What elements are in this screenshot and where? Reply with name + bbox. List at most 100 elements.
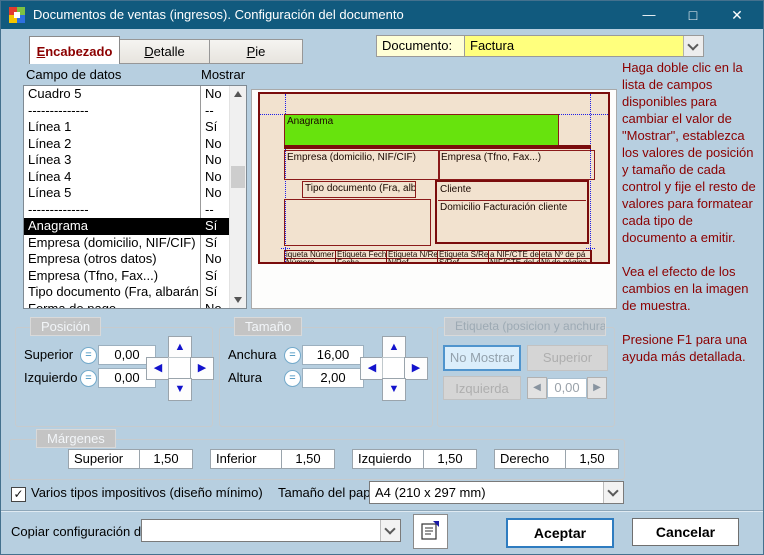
margin-guide-bottom-right <box>586 248 595 249</box>
cancel-button[interactable]: Cancelar <box>632 518 739 546</box>
equals-button[interactable]: = <box>80 370 97 387</box>
chevron-down-icon <box>687 39 698 50</box>
list-item[interactable]: Línea 3No <box>24 152 246 169</box>
preview-empty-box <box>284 199 431 246</box>
copy-document-button[interactable] <box>413 514 448 549</box>
list-item[interactable]: Tipo documento (Fra, albarán...)Sí <box>24 284 246 301</box>
field-list: Cuadro 5No ---------------- Línea 1Sí Lí… <box>23 85 247 309</box>
position-group: Posición Superior = 0,00 Izquierdo = 0,0… <box>15 327 213 427</box>
multi-tax-label: Varios tipos impositivos (diseño mínimo) <box>31 485 263 500</box>
move-down-button[interactable]: ▼ <box>168 378 192 401</box>
resize-up-button[interactable]: ▲ <box>382 336 406 359</box>
preview-empresa-tfno-box: Empresa (Tfno, Fax...) <box>438 150 595 180</box>
resize-down-button[interactable]: ▼ <box>382 378 406 401</box>
margin-inferior-label: Inferior <box>210 449 287 469</box>
preview-field-table: iqueta NúmerEtiqueta FechEtiqueta N/ReEt… <box>284 250 592 264</box>
preview-cliente-label: Cliente <box>438 183 586 201</box>
close-icon[interactable]: ✕ <box>715 1 759 29</box>
label-izquierda-button[interactable]: Izquierda <box>443 376 521 400</box>
tab-pie[interactable]: Pie <box>209 39 303 64</box>
size-altura-field[interactable]: 2,00 <box>302 368 364 388</box>
label-offset-right-button[interactable]: ▶ <box>587 377 607 399</box>
scroll-thumb[interactable] <box>231 166 245 188</box>
documento-value: Factura <box>470 38 514 53</box>
label-offset-field[interactable]: 0,00 <box>547 378 587 398</box>
documento-combobox[interactable]: Factura <box>464 35 704 57</box>
copy-dropdown-button[interactable] <box>380 520 400 541</box>
list-item[interactable]: ---------------- <box>24 103 246 120</box>
margin-derecho-field[interactable]: 1,50 <box>565 449 619 469</box>
list-item[interactable]: Forma de pagoNo <box>24 301 246 310</box>
multi-tax-checkbox[interactable]: ✓ <box>11 487 26 502</box>
list-item[interactable]: Empresa (domicilio, NIF/CIF)Sí <box>24 235 246 252</box>
margin-izquierdo-field[interactable]: 1,50 <box>423 449 477 469</box>
list-scrollbar[interactable] <box>229 86 246 308</box>
paper-size-value: A4 (210 x 297 mm) <box>375 485 486 500</box>
label-group-title: Etiqueta (posicion y anchura) <box>444 317 606 336</box>
list-item[interactable]: Línea 4No <box>24 169 246 186</box>
tab-detalle[interactable]: Detalle <box>118 39 211 64</box>
scroll-down-icon <box>234 297 242 303</box>
size-anchura-field[interactable]: 16,00 <box>302 345 364 365</box>
list-item[interactable]: Cuadro 5No <box>24 86 246 103</box>
titlebar: Documentos de ventas (ingresos). Configu… <box>1 1 763 29</box>
list-item[interactable]: Línea 1Sí <box>24 119 246 136</box>
preview-empresa-domicilio-box: Empresa (domicilio, NIF/CIF) <box>284 150 440 180</box>
equals-button[interactable]: = <box>80 347 97 364</box>
document-preview: Anagrama Empresa (domicilio, NIF/CIF) Em… <box>258 92 610 264</box>
copy-config-combobox[interactable] <box>141 519 401 542</box>
size-group-title: Tamaño <box>234 317 302 336</box>
margin-guide-bottom-left <box>281 248 290 249</box>
preview-cliente-box: Cliente Domicilio Facturación cliente <box>435 180 589 244</box>
documento-dropdown-button[interactable] <box>683 36 703 56</box>
paper-size-label: Tamaño del papel <box>278 485 381 500</box>
equals-button[interactable]: = <box>284 370 301 387</box>
margin-guide-top-right <box>555 114 608 115</box>
label-superior-button[interactable]: Superior <box>527 345 608 371</box>
equals-button[interactable]: = <box>284 347 301 364</box>
scroll-up-icon <box>234 91 242 97</box>
list-item[interactable]: Empresa (Tfno, Fax...)Sí <box>24 268 246 285</box>
label-offset-left-button[interactable]: ◀ <box>527 377 547 399</box>
app-icon <box>9 7 25 23</box>
margin-superior-field[interactable]: 1,50 <box>139 449 193 469</box>
margin-izquierdo-label: Izquierdo <box>352 449 429 469</box>
scroll-down-button[interactable] <box>230 292 246 308</box>
move-right-button[interactable]: ▶ <box>190 357 214 380</box>
move-center-box <box>168 357 192 380</box>
help-paragraph: Haga doble clic en la lista de campos di… <box>622 59 760 246</box>
preview-panel: Anagrama Empresa (domicilio, NIF/CIF) Em… <box>251 89 617 309</box>
margin-superior-label: Superior <box>68 449 145 469</box>
scroll-up-button[interactable] <box>230 86 246 102</box>
size-group: Tamaño Anchura = 16,00 Altura = 2,00 ▲ ◀… <box>219 327 433 427</box>
chevron-down-icon <box>607 485 618 496</box>
chevron-down-icon <box>384 523 395 534</box>
preview-tipo-documento-box: Tipo documento (Fra, albarán.. <box>302 181 416 198</box>
accept-button[interactable]: Aceptar <box>506 518 614 548</box>
resize-right-button[interactable]: ▶ <box>404 357 428 380</box>
position-group-title: Posición <box>30 317 101 336</box>
margin-inferior-field[interactable]: 1,50 <box>281 449 335 469</box>
maximize-icon[interactable]: □ <box>671 1 715 29</box>
documento-label: Documento: <box>376 35 470 57</box>
copy-config-value <box>142 523 147 538</box>
altura-label: Altura <box>228 368 262 388</box>
resize-left-button[interactable]: ◀ <box>360 357 384 380</box>
list-item-selected[interactable]: AnagramaSí <box>24 218 246 235</box>
list-item[interactable]: Empresa (otros datos)No <box>24 251 246 268</box>
move-left-button[interactable]: ◀ <box>146 357 170 380</box>
paper-size-combobox[interactable]: A4 (210 x 297 mm) <box>369 481 624 504</box>
help-paragraph: Presione F1 para una ayuda más detallada… <box>622 331 760 365</box>
list-item[interactable]: Línea 5No <box>24 185 246 202</box>
minimize-icon[interactable]: — <box>627 1 671 29</box>
window-title: Documentos de ventas (ingresos). Configu… <box>33 7 404 22</box>
list-item[interactable]: Línea 2No <box>24 136 246 153</box>
margins-group: Márgenes Superior 1,50 Inferior 1,50 Izq… <box>9 439 625 480</box>
paper-dropdown-button[interactable] <box>603 482 623 503</box>
list-item[interactable]: ---------------- <box>24 202 246 219</box>
superior-label: Superior <box>24 345 73 365</box>
copy-config-label: Copiar configuración de: <box>11 524 152 539</box>
no-mostrar-button[interactable]: No Mostrar <box>443 345 521 371</box>
move-up-button[interactable]: ▲ <box>168 336 192 359</box>
tab-encabezado[interactable]: Encabezado <box>29 36 120 64</box>
